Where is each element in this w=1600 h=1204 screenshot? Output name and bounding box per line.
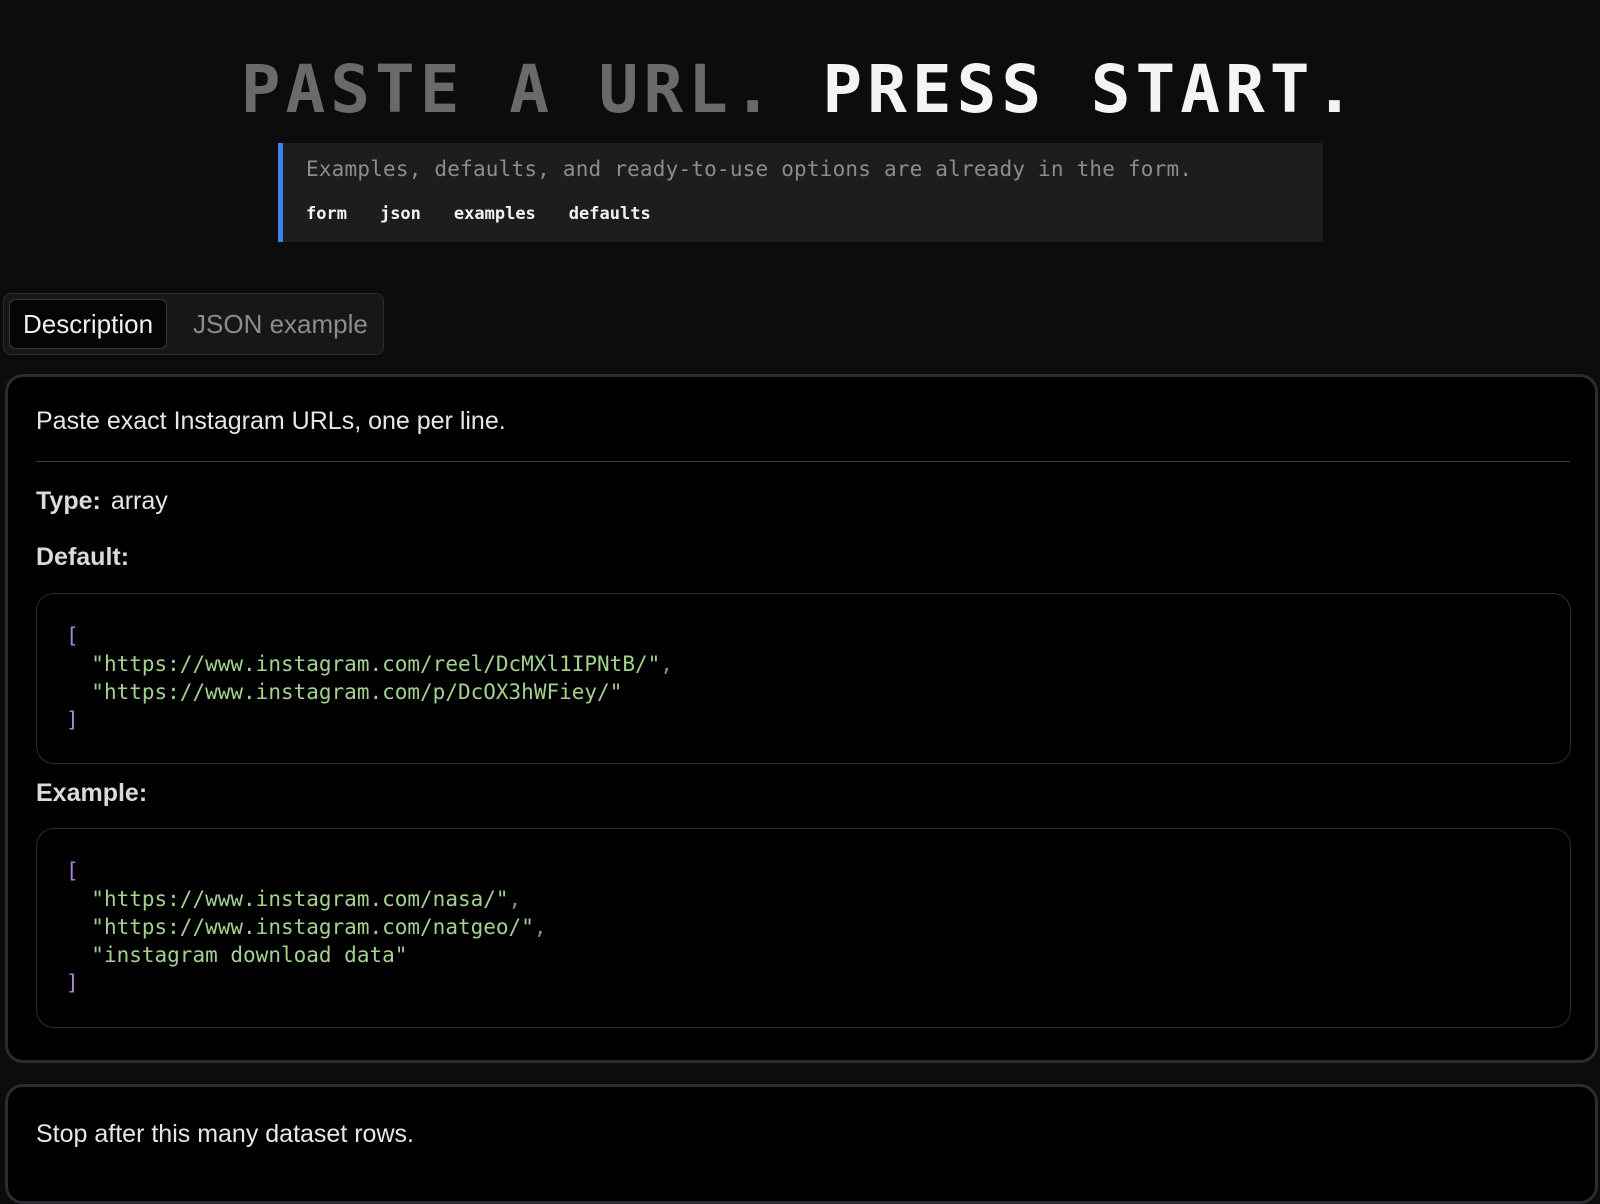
default-label: Default: [36, 543, 130, 571]
hero-title-bright: PRESS START. [822, 51, 1360, 128]
field-card-max-rows: Stop after this many dataset rows. [5, 1084, 1598, 1204]
hero-note-text: Examples, defaults, and ready-to-use opt… [306, 157, 1193, 181]
type-label: Type: [36, 487, 101, 515]
divider [36, 461, 1570, 462]
type-value: array [110, 487, 168, 515]
next-field-description: Stop after this many dataset rows. [36, 1120, 414, 1148]
example-code-block: [ "https://www.instagram.com/nasa/", "ht… [36, 828, 1571, 1028]
type-row: Type: array [36, 487, 168, 516]
tab-description[interactable]: Description [9, 299, 168, 349]
tag-json[interactable]: json [380, 204, 421, 224]
example-code: [ "https://www.instagram.com/nasa/", "ht… [66, 859, 547, 995]
close-bracket: ] [66, 971, 79, 995]
field-description: Paste exact Instagram URLs, one per line… [36, 407, 506, 435]
default-value-0: "https://www.instagram.com/reel/DcMXl1IP… [91, 652, 661, 676]
open-bracket: [ [66, 624, 79, 648]
hero-title: PASTE A URL. PRESS START. [0, 52, 1600, 128]
view-tabs: Description JSON example [3, 293, 384, 355]
open-bracket: [ [66, 859, 79, 883]
tag-examples[interactable]: examples [454, 204, 536, 224]
example-label: Example: [36, 779, 148, 807]
field-card-urls: Paste exact Instagram URLs, one per line… [5, 374, 1598, 1063]
close-bracket: ] [66, 708, 79, 732]
tag-defaults[interactable]: defaults [569, 204, 651, 224]
hero-banner: PASTE A URL. PRESS START. Examples, defa… [0, 0, 1600, 292]
tag-form[interactable]: form [306, 204, 347, 224]
example-value-2: "instagram download data" [91, 943, 408, 967]
example-value-1: "https://www.instagram.com/natgeo/" [91, 915, 534, 939]
default-code: [ "https://www.instagram.com/reel/DcMXl1… [66, 624, 673, 732]
hero-note: Examples, defaults, and ready-to-use opt… [278, 143, 1323, 242]
hero-title-dim: PASTE A URL. [240, 51, 778, 128]
default-code-block: [ "https://www.instagram.com/reel/DcMXl1… [36, 593, 1571, 764]
example-value-0: "https://www.instagram.com/nasa/" [91, 887, 509, 911]
hero-note-tags: form json examples defaults [306, 204, 651, 224]
default-value-1: "https://www.instagram.com/p/DcOX3hWFiey… [91, 680, 623, 704]
tab-json-example[interactable]: JSON example [180, 299, 381, 349]
